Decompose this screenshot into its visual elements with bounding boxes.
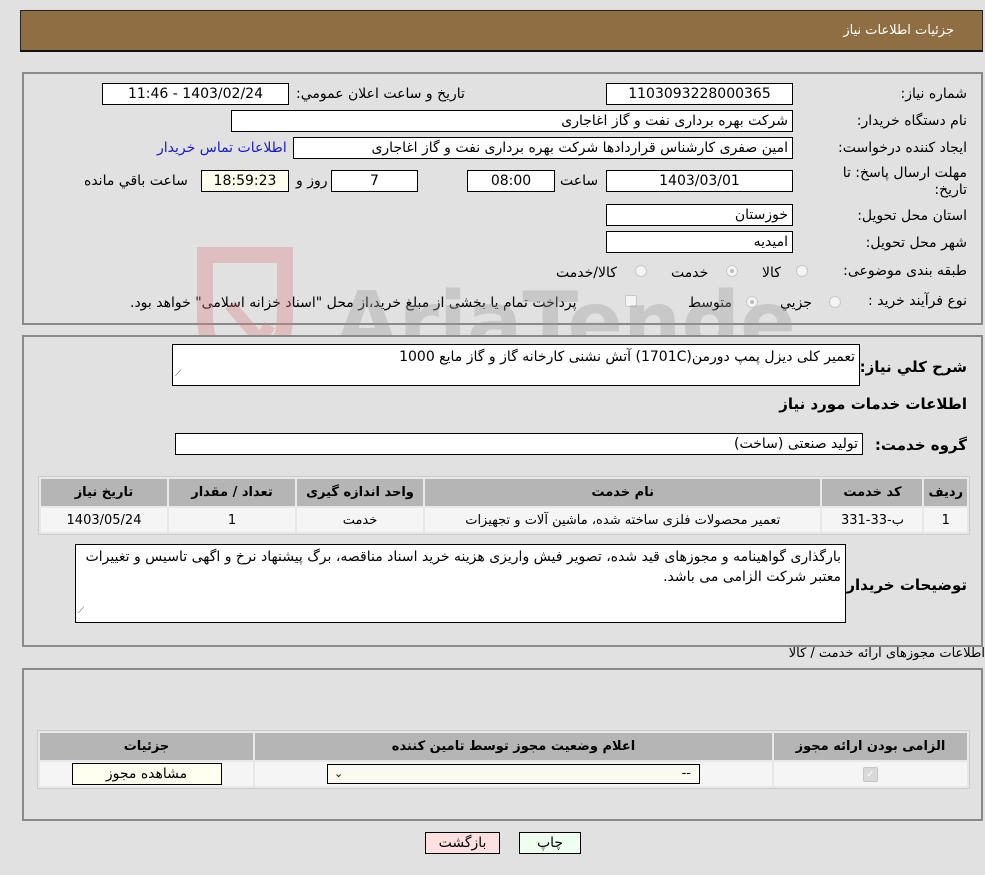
process-option-medium: متوسط <box>688 295 732 311</box>
deadline-time-field: 08:00 <box>467 170 555 192</box>
chevron-down-icon: ⌄ <box>334 767 344 780</box>
resize-handle-icon[interactable]: ⟋ <box>78 601 84 621</box>
cell-unit: خدمت <box>297 508 423 532</box>
permit-required-checkbox[interactable]: ✓ <box>863 767 878 782</box>
treasury-note: پرداخت تمام یا بخشی از مبلغ خرید،از محل … <box>130 295 577 311</box>
header-service-name: نام خدمت <box>425 479 821 506</box>
process-radio-medium[interactable] <box>746 296 758 308</box>
header-row-number: رديف <box>924 479 967 506</box>
buyer-notes-textarea[interactable]: بارگذاری گواهینامه و مجوزهای قید شده، تص… <box>75 544 846 623</box>
category-option-service: خدمت <box>671 265 709 281</box>
remaining-time-field: 18:59:23 <box>201 170 289 192</box>
buyer-label: نام دستگاه خریدار: <box>856 113 967 129</box>
header-permit-status: اعلام وضعیت مجوز توسط تامین کننده <box>255 733 772 760</box>
table-row: ✓ -- ⌄ مشاهده مجوز <box>40 762 967 786</box>
category-radio-goods[interactable] <box>796 265 808 277</box>
category-option-goods: کالا <box>762 265 781 281</box>
buyer-contact-link[interactable]: اطلاعات تماس خریدار <box>157 140 287 156</box>
description-label: شرح کلي نياز: <box>859 358 967 376</box>
cell-permit-required: ✓ <box>774 762 967 786</box>
resize-handle-icon[interactable]: ⟋ <box>175 364 181 384</box>
deadline-date-field: 1403/03/01 <box>606 170 793 192</box>
process-label: نوع فرآیند خرید : <box>868 293 967 309</box>
deadline-label-date: تاریخ: <box>934 182 967 198</box>
process-radio-minor[interactable] <box>829 296 841 308</box>
services-table-header: رديف کد خدمت نام خدمت واحد اندازه گیری ت… <box>41 479 967 506</box>
treasury-checkbox[interactable] <box>625 295 637 307</box>
header-permit-required: الزامی بودن ارائه مجوز <box>774 733 967 760</box>
province-field: خوزستان <box>606 204 793 226</box>
deadline-time-label: ساعت <box>560 173 599 189</box>
page-title: جزئیات اطلاعات نیاز <box>843 23 954 38</box>
cell-need-date: 1403/05/24 <box>41 508 167 532</box>
permits-table: الزامی بودن ارائه مجوز اعلام وضعیت مجوز … <box>37 730 970 789</box>
page-header: جزئیات اطلاعات نیاز <box>20 10 983 52</box>
cell-service-code: ب-33-331 <box>822 508 923 532</box>
description-text: تعمیر کلی دیزل پمپ دورمن(1701C) آتش نشنی… <box>399 349 855 365</box>
permits-section-title: اطلاعات مجوزهای ارائه خدمت / کالا <box>788 646 985 661</box>
table-row: 1 ب-33-331 تعمیر محصولات فلزی ساخته شده،… <box>41 508 967 532</box>
services-heading: اطلاعات خدمات مورد نياز <box>779 395 967 413</box>
process-option-minor: جزيي <box>780 295 812 311</box>
announce-label: تاریخ و ساعت اعلان عمومي: <box>296 86 465 102</box>
permits-table-header: الزامی بودن ارائه مجوز اعلام وضعیت مجوز … <box>40 733 967 760</box>
header-unit: واحد اندازه گیری <box>297 479 423 506</box>
buyer-notes-label: توضیحات خریدار: <box>840 576 967 594</box>
creator-field: امین صفری کارشناس قراردادها شرکت بهره بر… <box>293 137 793 159</box>
header-permit-details: جزئیات <box>40 733 253 760</box>
province-label: استان محل تحویل: <box>857 208 967 224</box>
buyer-field: شرکت بهره برداری نفت و گاز اغاجاری <box>231 110 793 132</box>
remaining-time-label: ساعت باقي مانده <box>84 173 188 189</box>
cell-service-name: تعمیر محصولات فلزی ساخته شده، ماشین آلات… <box>425 508 821 532</box>
view-permit-button[interactable]: مشاهده مجوز <box>71 763 222 785</box>
cell-quantity: 1 <box>169 508 295 532</box>
permit-status-value: -- <box>681 766 691 781</box>
permit-status-select[interactable]: -- ⌄ <box>327 764 700 784</box>
buyer-notes-text: بارگذاری گواهینامه و مجوزهای قید شده، تص… <box>85 549 841 585</box>
announce-field: 1403/02/24 - 11:46 <box>102 83 289 105</box>
cell-row-number: 1 <box>924 508 967 532</box>
city-field: امیدیه <box>606 231 793 253</box>
header-quantity: تعداد / مقدار <box>169 479 295 506</box>
days-remaining-field: 7 <box>331 170 418 192</box>
service-group-field: تولید صنعتی (ساخت) <box>175 433 863 455</box>
need-number-label: شماره نیاز: <box>900 86 968 102</box>
header-need-date: تاریخ نیاز <box>41 479 167 506</box>
city-label: شهر محل تحویل: <box>865 235 967 251</box>
cell-permit-details: مشاهده مجوز <box>40 762 253 786</box>
days-label: روز و <box>296 173 328 189</box>
print-button[interactable]: چاپ <box>519 832 581 854</box>
creator-label: ایجاد کننده درخواست: <box>838 140 967 156</box>
category-option-goods-service: کالا/خدمت <box>556 265 617 281</box>
need-number-field: 1103093228000365 <box>606 83 793 105</box>
services-table: رديف کد خدمت نام خدمت واحد اندازه گیری ت… <box>38 476 970 535</box>
description-textarea[interactable]: تعمیر کلی دیزل پمپ دورمن(1701C) آتش نشنی… <box>172 344 860 386</box>
category-radio-goods-service[interactable] <box>635 265 647 277</box>
back-button[interactable]: بازگشت <box>425 832 500 854</box>
category-radio-service[interactable] <box>726 265 738 277</box>
cell-permit-status: -- ⌄ <box>255 762 772 786</box>
header-service-code: کد خدمت <box>822 479 923 506</box>
category-label: طبقه بندی موضوعی: <box>843 263 967 279</box>
service-group-label: گروه خدمت: <box>874 436 967 454</box>
deadline-label: مهلت ارسال پاسخ: تا <box>842 165 967 181</box>
